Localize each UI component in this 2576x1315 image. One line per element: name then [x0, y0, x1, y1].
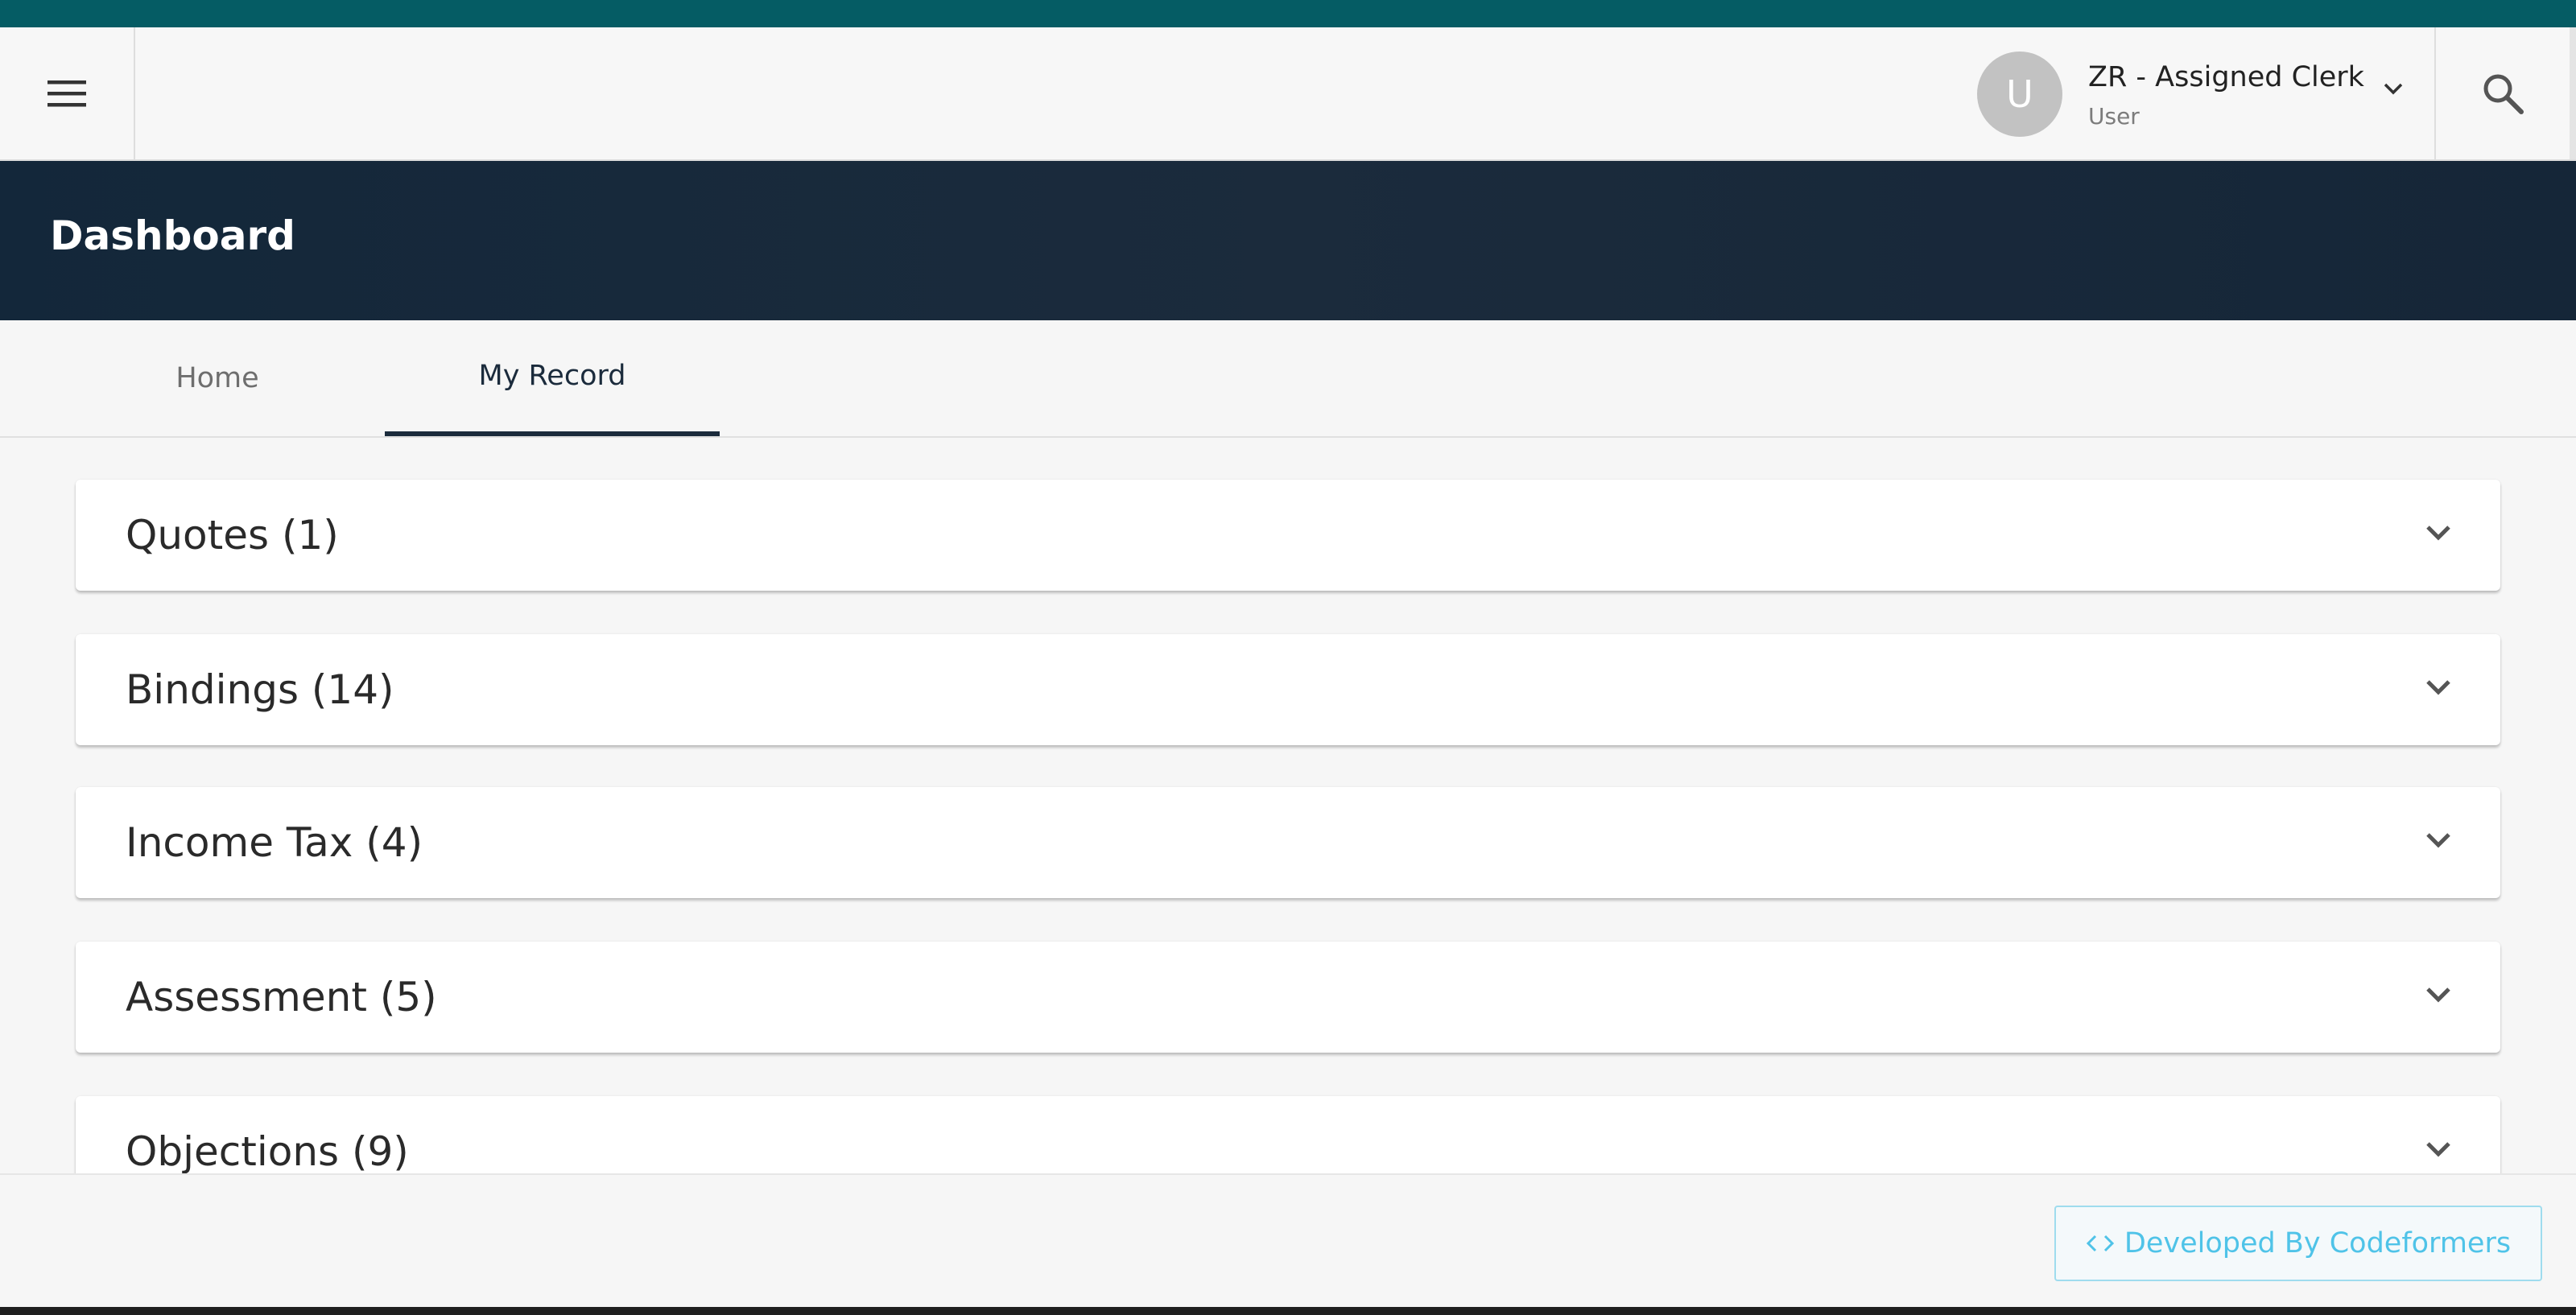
chevron-down-icon [2426, 680, 2450, 695]
menu-button[interactable] [0, 27, 135, 159]
top-accent-strip [0, 0, 2576, 27]
search-icon [2483, 74, 2524, 114]
page-header: Dashboard [0, 161, 2576, 320]
chevron-down-icon [2384, 83, 2403, 95]
developer-credit-label: Developed By Codeformers [2124, 1227, 2512, 1259]
user-role: User [2088, 103, 2140, 130]
panel-title: Income Tax (4) [126, 819, 423, 866]
panel-title: Bindings (14) [126, 666, 394, 713]
user-name: ZR - Assigned Clerk [2088, 61, 2364, 93]
panel-quotes[interactable]: Quotes (1) [76, 480, 2500, 591]
menu-icon [47, 80, 86, 107]
panel-income-tax[interactable]: Income Tax (4) [76, 787, 2500, 898]
panel-title: Assessment (5) [126, 974, 437, 1020]
page: U ZR - Assigned Clerk User Dashboard Hom… [0, 0, 2576, 1315]
bottom-edge [0, 1307, 2576, 1315]
code-icon [2086, 1233, 2115, 1254]
tab-bar: Home My Record [0, 320, 2576, 438]
search-button[interactable] [2434, 27, 2570, 159]
avatar: U [1977, 52, 2062, 137]
panel-bindings[interactable]: Bindings (14) [76, 634, 2500, 745]
panel-assessment[interactable]: Assessment (5) [76, 942, 2500, 1053]
panel-title: Quotes (1) [126, 512, 339, 559]
footer: Developed By Codeformers [0, 1173, 2576, 1307]
chevron-down-icon [2426, 833, 2450, 848]
scrollbar[interactable] [2570, 27, 2576, 159]
chevron-down-icon [2426, 1142, 2450, 1157]
developer-credit-button[interactable]: Developed By Codeformers [2054, 1206, 2542, 1281]
user-menu[interactable]: U ZR - Assigned Clerk User [1977, 52, 2403, 137]
chevron-down-icon [2426, 987, 2450, 1003]
top-navbar: U ZR - Assigned Clerk User [0, 27, 2576, 161]
chevron-down-icon [2426, 526, 2450, 541]
tab-home[interactable]: Home [56, 320, 378, 436]
page-title: Dashboard [50, 212, 295, 259]
tab-my-record[interactable]: My Record [385, 320, 720, 436]
